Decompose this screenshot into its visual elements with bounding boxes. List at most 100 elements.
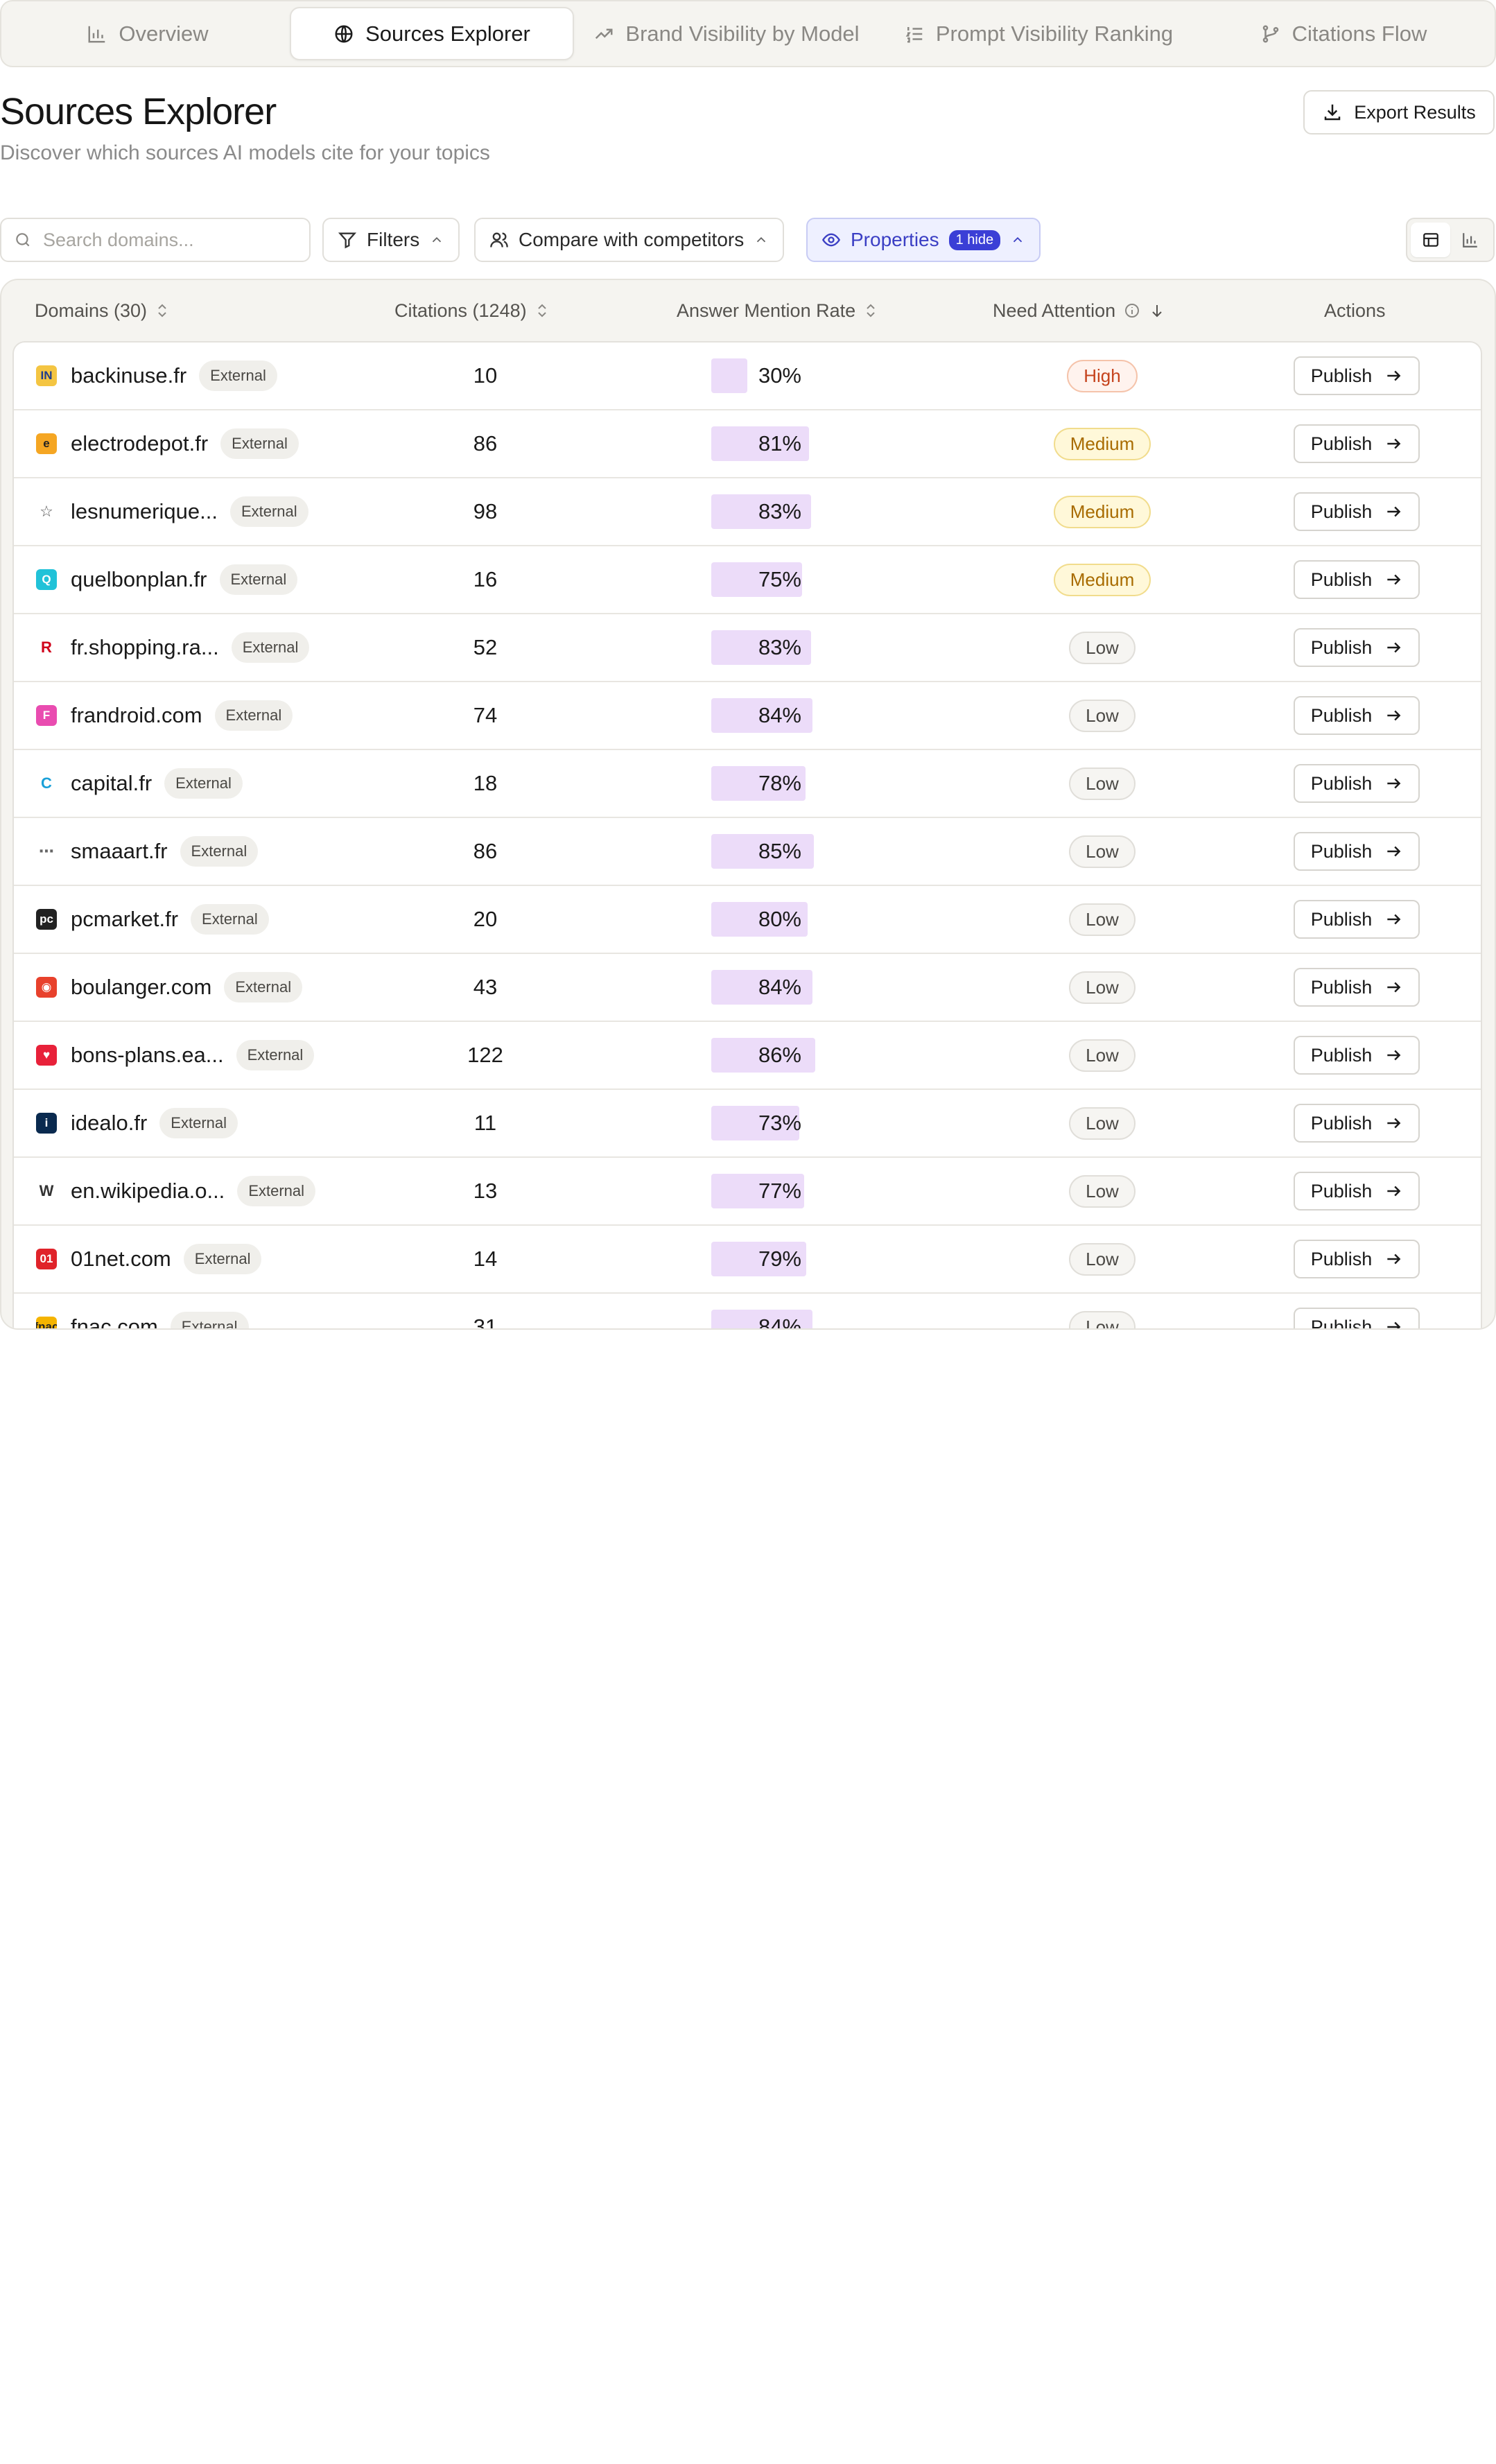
publish-button[interactable]: Publish (1294, 628, 1420, 667)
citation-count: 86 (473, 431, 498, 456)
table-row[interactable]: ☆ lesnumerique... External 98 83% Medium Publi… (14, 478, 1481, 546)
publish-button[interactable]: Publish (1294, 1240, 1420, 1278)
site-favicon-icon: i (36, 1113, 57, 1134)
table-view-button[interactable] (1411, 223, 1450, 257)
domain-name[interactable]: fr.shopping.ra... (71, 635, 219, 660)
table-row[interactable]: IN backinuse.fr External 10 30% High Publish (14, 342, 1481, 410)
domain-cell: i idealo.fr External (36, 1090, 238, 1156)
domain-name[interactable]: electrodepot.fr (71, 431, 208, 456)
publish-button[interactable]: Publish (1294, 1036, 1420, 1075)
site-favicon-icon: C (36, 773, 57, 794)
domain-name[interactable]: quelbonplan.fr (71, 567, 207, 592)
publish-label: Publish (1310, 1044, 1373, 1066)
domain-name[interactable]: smaaart.fr (71, 839, 168, 864)
sort-icon (867, 304, 875, 318)
column-header-need-attention[interactable]: Need Attention (993, 280, 1165, 341)
table-row[interactable]: ♥ bons-plans.ea... External 122 86% Low Publis… (14, 1022, 1481, 1090)
site-favicon-icon: ⋯ (36, 841, 57, 862)
tab-brand-visibility[interactable]: Brand Visibility by Model (574, 7, 879, 60)
publish-button[interactable]: Publish (1294, 424, 1420, 463)
domain-name[interactable]: capital.fr (71, 771, 152, 796)
citation-count: 52 (473, 635, 498, 659)
hidden-count-badge: 1 hide (948, 229, 1001, 250)
source-type-badge: External (237, 1176, 316, 1206)
tab-prompt-ranking[interactable]: Prompt Visibility Ranking (879, 7, 1198, 60)
publish-button[interactable]: Publish (1294, 764, 1420, 803)
publish-button[interactable]: Publish (1294, 900, 1420, 939)
tab-citations-flow[interactable]: Citations Flow (1198, 7, 1489, 60)
search-input[interactable] (43, 229, 293, 251)
attention-badge: Low (1069, 1107, 1136, 1140)
export-results-button[interactable]: Export Results (1303, 90, 1495, 135)
column-header-domains[interactable]: Domains (30) (35, 280, 169, 341)
domain-name[interactable]: lesnumerique... (71, 499, 218, 524)
chart-view-button[interactable] (1450, 223, 1490, 257)
table-row[interactable]: fnac fnac.com External 31 84% Low Publish (14, 1294, 1481, 1330)
publish-button[interactable]: Publish (1294, 968, 1420, 1007)
domain-name[interactable]: pcmarket.fr (71, 907, 178, 932)
column-header-answer-mention-rate[interactable]: Answer Mention Rate (677, 280, 878, 341)
mention-rate-value: 84% (758, 1315, 801, 1330)
table-row[interactable]: pc pcmarket.fr External 20 80% Low Publish (14, 886, 1481, 954)
domain-name[interactable]: backinuse.fr (71, 363, 186, 388)
properties-button[interactable]: Properties 1 hide (806, 218, 1041, 262)
citation-count: 20 (473, 907, 498, 931)
table-header: Domains (30) Citations (1248) Answer Men… (1, 280, 1495, 341)
actions-cell: Publish (1294, 546, 1420, 613)
table-row[interactable]: ⋯ smaaart.fr External 86 85% Low Publish (14, 818, 1481, 886)
publish-button[interactable]: Publish (1294, 560, 1420, 599)
publish-button[interactable]: Publish (1294, 1104, 1420, 1143)
domain-name[interactable]: idealo.fr (71, 1111, 147, 1136)
citation-count: 11 (473, 1111, 497, 1135)
citation-count: 98 (473, 499, 498, 523)
mention-rate-value: 85% (758, 839, 801, 863)
table-row[interactable]: 01 01net.com External 14 79% Low Publish (14, 1226, 1481, 1294)
publish-button[interactable]: Publish (1294, 1172, 1420, 1211)
publish-label: Publish (1310, 840, 1373, 862)
info-icon[interactable] (1124, 302, 1140, 319)
table-row[interactable]: Ccapital.fr External 18 78% Low Publish (14, 750, 1481, 818)
source-type-badge: External (224, 972, 303, 1003)
table-row[interactable]: e electrodepot.fr External 86 81% Medium Publi… (14, 410, 1481, 478)
citations-cell: 74 (458, 682, 513, 749)
table-row[interactable]: Ffrandroid.com External 74 84% Low Publish (14, 682, 1481, 750)
rate-cell: 30% (711, 342, 850, 409)
table-row[interactable]: Rfr.shopping.ra... External 52 83% Low Publis… (14, 614, 1481, 682)
domain-name[interactable]: boulanger.com (71, 975, 211, 1000)
table-row[interactable]: i idealo.fr External 11 73% Low Publish (14, 1090, 1481, 1158)
publish-button[interactable]: Publish (1294, 696, 1420, 735)
tab-overview[interactable]: Overview (6, 7, 290, 60)
rate-cell: 77% (711, 1158, 850, 1224)
compare-competitors-button[interactable]: Compare with competitors (474, 218, 785, 262)
attention-cell: Low (998, 1022, 1206, 1088)
domain-cell: ☆ lesnumerique... External (36, 478, 308, 545)
publish-button[interactable]: Publish (1294, 1308, 1420, 1328)
publish-button[interactable]: Publish (1294, 832, 1420, 871)
column-header-citations[interactable]: Citations (1248) (394, 280, 549, 341)
publish-label: Publish (1310, 976, 1373, 998)
domain-name[interactable]: frandroid.com (71, 703, 202, 728)
table-row[interactable]: Qquelbonplan.fr External 16 75% Medium Publis… (14, 546, 1481, 614)
source-type-badge: External (164, 768, 243, 799)
domain-name[interactable]: 01net.com (71, 1247, 171, 1272)
publish-button[interactable]: Publish (1294, 492, 1420, 531)
tab-sources-explorer[interactable]: Sources Explorer (290, 7, 574, 60)
table-row[interactable]: Wen.wikipedia.o... External 13 77% Low Publis… (14, 1158, 1481, 1226)
publish-label: Publish (1310, 1248, 1373, 1269)
filters-label: Filters (367, 229, 420, 250)
table-row[interactable]: ◉ boulanger.com External 43 84% Low Publish (14, 954, 1481, 1022)
domain-name[interactable]: en.wikipedia.o... (71, 1179, 225, 1204)
source-type-badge: External (231, 632, 310, 663)
attention-cell: Medium (998, 478, 1206, 545)
download-icon (1324, 104, 1341, 121)
filters-button[interactable]: Filters (322, 218, 460, 262)
arrow-right-icon (1387, 642, 1401, 653)
eye-icon (821, 233, 841, 247)
domain-name[interactable]: fnac.com (71, 1315, 158, 1328)
publish-label: Publish (1310, 636, 1373, 658)
domain-name[interactable]: bons-plans.ea... (71, 1043, 224, 1068)
arrow-right-icon (1387, 370, 1401, 381)
publish-label: Publish (1310, 704, 1373, 726)
attention-cell: Low (998, 750, 1206, 817)
publish-button[interactable]: Publish (1294, 356, 1420, 395)
